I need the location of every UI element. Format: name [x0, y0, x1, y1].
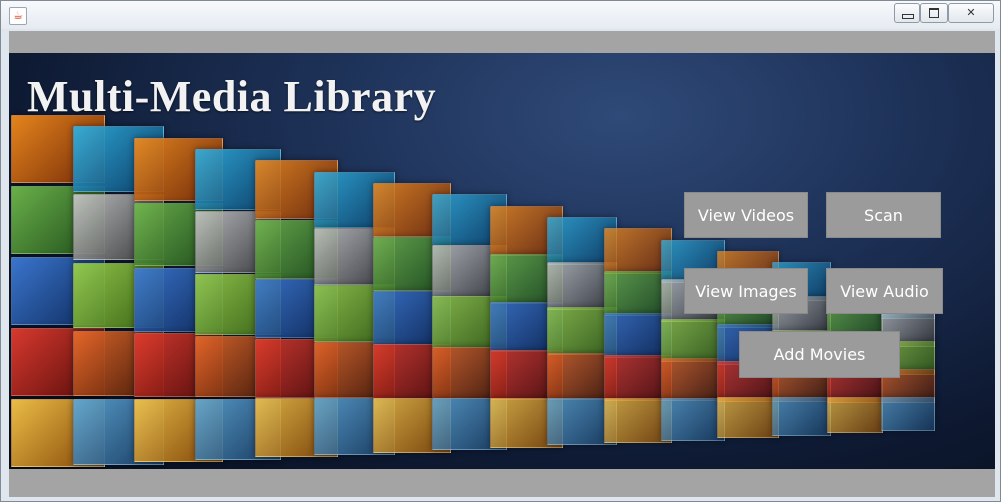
title-bar: ☕ ✕ [1, 1, 1000, 29]
maximize-icon [929, 8, 939, 18]
close-button[interactable]: ✕ [948, 3, 994, 23]
content-panel: Multi-Media Library View Videos Scan Vie… [9, 31, 995, 497]
banner-title: Multi-Media Library [27, 72, 437, 121]
minimize-button[interactable] [894, 3, 920, 23]
close-icon: ✕ [966, 6, 976, 19]
maximize-button[interactable] [920, 3, 948, 23]
media-thumbnail-tile [771, 397, 832, 436]
media-thumbnail-tile [716, 397, 779, 439]
minimize-icon [902, 14, 914, 19]
view-audio-button[interactable]: View Audio [826, 268, 943, 314]
view-images-button[interactable]: View Images [684, 268, 808, 314]
app-window: ☕ ✕ Multi-Media Library View Videos Scan… [0, 0, 1001, 502]
scan-button[interactable]: Scan [826, 192, 941, 238]
media-banner-image: Multi-Media Library [9, 53, 995, 469]
view-videos-button[interactable]: View Videos [684, 192, 808, 238]
media-thumbnail-tile [826, 397, 884, 434]
media-thumbnail-tile [881, 397, 935, 431]
add-movies-button[interactable]: Add Movies [739, 331, 900, 378]
java-app-icon: ☕ [9, 7, 27, 25]
